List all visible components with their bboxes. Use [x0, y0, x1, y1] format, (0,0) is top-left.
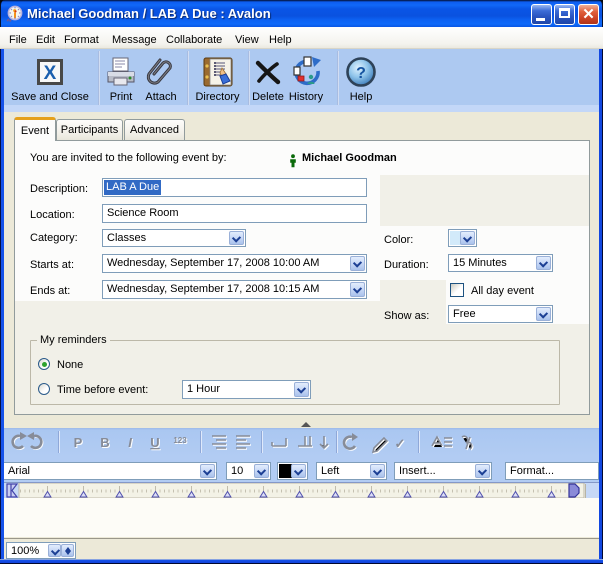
svg-text:I: I [128, 435, 132, 450]
svg-text:U: U [150, 435, 159, 450]
svg-text:B: B [100, 435, 109, 450]
svg-text:✓: ✓ [395, 436, 406, 451]
svg-text:P: P [74, 435, 83, 450]
svg-text:X: X [44, 63, 57, 84]
svg-text:123: 123 [173, 436, 187, 445]
svg-text:?: ? [356, 65, 366, 82]
